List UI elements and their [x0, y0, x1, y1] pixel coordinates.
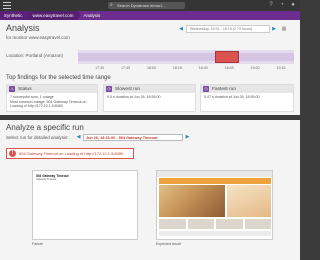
help-icon[interactable]: ?	[268, 2, 274, 8]
timeline-band	[78, 53, 294, 61]
location-label: Location: Portland (Amazon)	[6, 53, 64, 58]
expected-screenshot[interactable]	[156, 170, 273, 240]
slowest-line: 9.5 s duration at Jun 26, 18:55:00	[107, 95, 161, 99]
clock-icon: ◷	[106, 86, 112, 92]
tick-label: 18:45	[224, 66, 234, 70]
fastest-card-title: Fastest run	[212, 86, 236, 92]
error-alert: ! 504 Gateway Timeout on Loading of http…	[6, 148, 134, 159]
tick-label: 18:00	[146, 66, 156, 70]
tick-label: 17:30	[95, 66, 105, 70]
timeline-outage-marker[interactable]	[215, 51, 239, 63]
run-select[interactable]: Jun 26, 18:31:00 - 504 Gateway Timeout	[83, 134, 183, 141]
menu-icon[interactable]	[3, 2, 13, 9]
findings-heading: Top findings for the selected time range	[6, 75, 111, 81]
calendar-icon[interactable]: ▦	[281, 26, 287, 32]
tick-label: 18:30	[198, 66, 208, 70]
status-card-title: Status	[18, 86, 32, 92]
breadcrumb-monitor[interactable]: www.easytravel.com	[26, 11, 81, 20]
tick-label: 18:15	[172, 66, 182, 70]
analyze-run-panel: Analyze a specific run Select run for de…	[0, 120, 300, 260]
error-icon: !	[9, 150, 16, 157]
fastest-run-card[interactable]: ◷ Fastest run 5.47 s duration at Jun 26,…	[200, 84, 294, 112]
slowest-run-card[interactable]: ◷ Slowest run 9.5 s duration at Jun 26, …	[103, 84, 196, 112]
search-input[interactable]: ⌕ Search Dynatrace demo1...	[108, 2, 185, 9]
hero-image	[159, 185, 225, 217]
clock-icon: ◷	[203, 86, 209, 92]
analyze-title: Analyze a specific run	[6, 123, 84, 132]
failure-screenshot[interactable]: 504 Gateway Timeout Gateway Timeout	[32, 170, 138, 240]
timeframe-selector[interactable]: Wednesday, 15:31 - 18:15 (2.75 hours)	[186, 25, 270, 33]
tick-label: 17:45	[121, 66, 131, 70]
next-run-button[interactable]: ▶	[185, 134, 190, 141]
alert-message: 504 Gateway Timeout on Loading of http:/…	[19, 151, 124, 156]
select-run-label: Select run for detailed analysis:	[6, 135, 69, 140]
search-icon: ⌕	[110, 2, 113, 8]
tick-label: 19:15	[276, 66, 286, 70]
timeline-ticks: 17:30 17:45 18:00 18:15 18:30 18:45 19:0…	[78, 66, 294, 71]
notifications-icon[interactable]: ◔	[279, 2, 285, 8]
breadcrumb-synthetic[interactable]: Synthetic	[0, 11, 30, 20]
next-timeframe-button[interactable]: ▶	[271, 26, 277, 32]
expected-caption: Expected result	[156, 242, 181, 246]
breadcrumb: Synthetic www.easytravel.com Analysis	[0, 11, 300, 20]
top-bar: ⌕ Search Dynatrace demo1... ? ◔ ●	[0, 0, 300, 11]
user-icon[interactable]: ●	[290, 2, 296, 8]
status-line: Loading of http://172.10.1.5:8080	[10, 104, 63, 109]
search-placeholder: Search Dynatrace demo1...	[117, 3, 166, 8]
fastest-line: 5.47 s duration at Jun 26, 18:55:00	[204, 95, 260, 99]
timeline-chart[interactable]	[78, 50, 294, 64]
tick-label: 19:00	[250, 66, 260, 70]
analysis-panel: Analysis for monitor www.easytravel.com …	[0, 20, 300, 115]
failure-caption: Failure	[32, 242, 43, 246]
status-icon: ⚠	[9, 86, 15, 92]
monitor-subtitle: for monitor www.easytravel.com	[6, 35, 70, 40]
slowest-card-title: Slowest run	[115, 86, 141, 92]
breadcrumb-analysis: Analysis	[77, 11, 105, 20]
prev-timeframe-button[interactable]: ◀	[178, 26, 184, 32]
failure-page-text: Gateway Timeout	[36, 178, 57, 181]
page-title: Analysis	[6, 23, 40, 33]
status-card: ⚠ Status 7 successful runs, 1 outage Mos…	[6, 84, 98, 112]
prev-run-button[interactable]: ◀	[76, 134, 81, 141]
